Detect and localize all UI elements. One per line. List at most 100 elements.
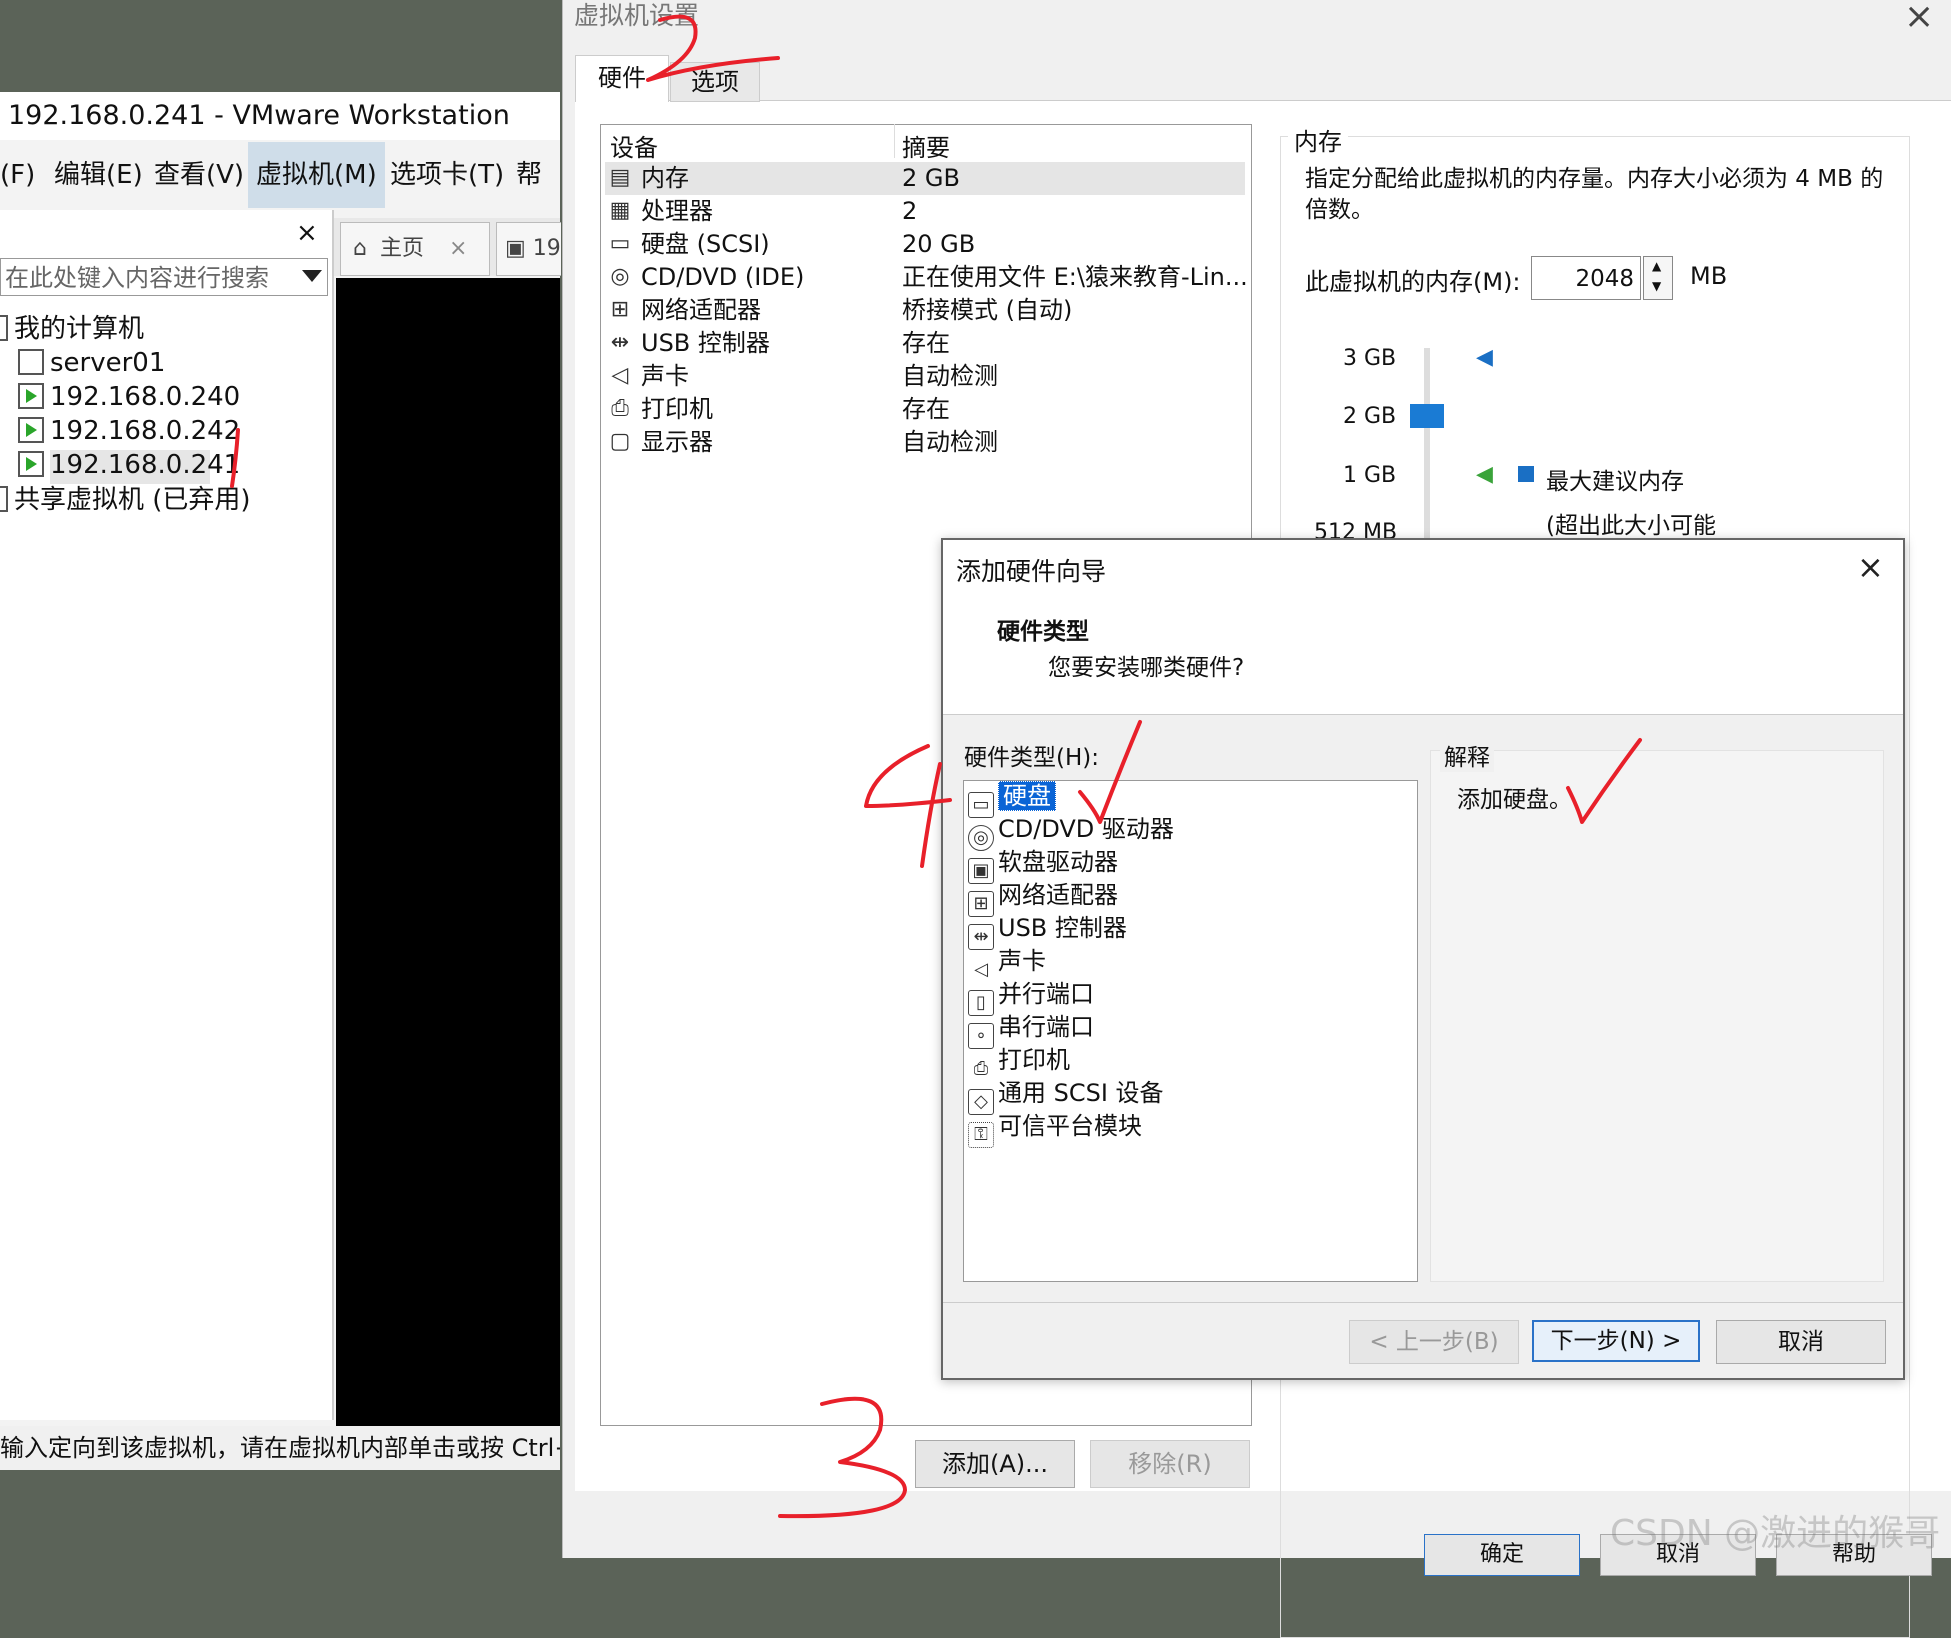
chevron-down-icon[interactable] xyxy=(302,270,322,282)
home-icon: ⌂ xyxy=(353,236,367,261)
device-row-memory[interactable]: ▤ 内存 2 GB xyxy=(605,162,1245,195)
tree-shared-vms[interactable]: 共享虚拟机 (已弃用) xyxy=(0,485,251,515)
add-hardware-button[interactable]: 添加(A)... xyxy=(915,1440,1075,1488)
hw-item-tpm[interactable]: ⚿ 可信平台模块 xyxy=(968,1110,1142,1148)
hw-item-harddisk[interactable]: ▭ 硬盘 xyxy=(968,780,1056,818)
memory-slider-thumb[interactable] xyxy=(1410,404,1444,428)
menu-file[interactable]: (F) xyxy=(0,142,35,208)
sound-icon: ◁ xyxy=(611,363,629,388)
vm-running-icon xyxy=(18,383,44,409)
display-icon: ▢ xyxy=(609,429,631,454)
hw-item-scsi[interactable]: ◇ 通用 SCSI 设备 xyxy=(968,1077,1164,1115)
memory-tick-1gb: 1 GB xyxy=(1343,463,1397,488)
wizard-divider xyxy=(943,1302,1903,1303)
watermark: CSDN @激进的猴哥 xyxy=(1610,1513,1941,1554)
explain-text: 添加硬盘。 xyxy=(1457,787,1572,813)
wizard-prev-button[interactable]: < 上一步(B) xyxy=(1349,1320,1519,1364)
memory-field-label: 此虚拟机的内存(M): xyxy=(1305,268,1521,296)
device-row-harddisk[interactable]: ▭ 硬盘 (SCSI) 20 GB xyxy=(605,228,1245,261)
memory-group-legend: 内存 xyxy=(1288,122,1348,157)
memory-slider-track[interactable] xyxy=(1424,348,1430,548)
device-row-sound[interactable]: ◁ 声卡 自动检测 xyxy=(605,360,1245,393)
folder-icon xyxy=(0,486,8,512)
vmware-status-bar: 输入定向到该虚拟机，请在虚拟机内部单击或按 Ctrl+G xyxy=(0,1426,560,1470)
vmware-menubar: (F) 编辑(E) 查看(V) 虚拟机(M) 选项卡(T) 帮助 xyxy=(0,142,560,256)
folder-icon xyxy=(0,315,8,341)
printer-icon: ⎙ xyxy=(611,396,629,421)
memory-tick-3gb: 3 GB xyxy=(1343,346,1397,371)
device-row-network[interactable]: ⊞ 网络适配器 桥接模式 (自动) xyxy=(605,294,1245,327)
wizard-title: 添加硬件向导 xyxy=(956,557,1107,586)
tree-my-computer[interactable]: 我的计算机 xyxy=(0,314,144,344)
memory-note: (超出此大小可能 xyxy=(1546,513,1716,539)
network-icon: ⊞ xyxy=(610,297,630,322)
explain-label: 解释 xyxy=(1440,738,1494,772)
harddisk-icon: ▭ xyxy=(609,231,631,256)
tpm-icon: ⚿ xyxy=(968,1122,994,1148)
device-row-usb[interactable]: ⇹ USB 控制器 存在 xyxy=(605,327,1245,360)
ok-button[interactable]: 确定 xyxy=(1424,1534,1580,1576)
memory-spinner[interactable]: ▲ ▼ xyxy=(1643,256,1673,300)
hw-item-serial-port[interactable]: ∘ 串行端口 xyxy=(968,1011,1094,1049)
max-recommended-label: 最大建议内存 xyxy=(1546,469,1684,495)
device-row-printer[interactable]: ⎙ 打印机 存在 xyxy=(605,393,1245,426)
menu-help[interactable]: 帮助 xyxy=(516,142,560,256)
cdrom-icon: ◎ xyxy=(610,264,630,289)
recommended-marker-icon: ◀ xyxy=(1476,462,1493,487)
explain-group xyxy=(1430,750,1884,1282)
device-row-processor[interactable]: ▦ 处理器 2 xyxy=(605,195,1245,228)
settings-close-icon[interactable]: × xyxy=(1904,0,1934,37)
device-row-cdrom[interactable]: ◎ CD/DVD (IDE) 正在使用文件 E:\猿来教育-Lin... xyxy=(605,261,1247,294)
vm-icon xyxy=(18,349,44,375)
settings-title: 虚拟机设置 xyxy=(574,1,700,30)
hardware-type-label: 硬件类型(H): xyxy=(964,745,1099,771)
hw-item-cdrom[interactable]: ◎ CD/DVD 驱动器 xyxy=(968,813,1174,851)
vm-console-screen[interactable] xyxy=(336,278,560,1426)
hw-item-usb[interactable]: ⇹ USB 控制器 xyxy=(968,912,1127,950)
menu-vm[interactable]: 虚拟机(M) xyxy=(248,142,385,208)
hw-item-printer[interactable]: ⎙ 打印机 xyxy=(968,1044,1070,1083)
wizard-subheading: 您要安装哪类硬件? xyxy=(1048,655,1245,681)
vm-running-icon xyxy=(18,417,44,443)
tab-options[interactable]: 选项 xyxy=(670,62,760,102)
tree-vm-240[interactable]: 192.168.0.240 xyxy=(18,382,240,412)
hw-item-floppy[interactable]: ▣ 软盘驱动器 xyxy=(968,846,1118,884)
spin-down-icon[interactable]: ▼ xyxy=(1652,279,1661,293)
menu-tabs[interactable]: 选项卡(T) xyxy=(390,142,504,208)
vm-running-icon xyxy=(18,451,44,477)
wizard-close-icon[interactable]: × xyxy=(1857,548,1884,586)
memory-icon: ▤ xyxy=(609,165,631,190)
usb-icon: ⇹ xyxy=(610,330,630,355)
menu-view[interactable]: 查看(V) xyxy=(154,142,244,208)
remove-hardware-button[interactable]: 移除(R) xyxy=(1090,1440,1250,1488)
tree-vm-242[interactable]: 192.168.0.242 xyxy=(18,416,240,446)
tab-vm[interactable]: ▣ 19 xyxy=(496,222,561,276)
device-row-display[interactable]: ▢ 显示器 自动检测 xyxy=(605,426,1245,459)
column-divider[interactable] xyxy=(894,124,895,158)
library-close-icon[interactable]: × xyxy=(296,218,318,248)
spin-up-icon[interactable]: ▲ xyxy=(1652,259,1661,273)
max-recommended-legend-icon xyxy=(1518,466,1534,482)
tab-home[interactable]: ⌂ 主页 × xyxy=(340,222,490,276)
menu-edit[interactable]: 编辑(E) xyxy=(54,142,143,208)
close-icon[interactable]: × xyxy=(449,236,467,261)
vmware-title: 192.168.0.241 - VMware Workstation xyxy=(0,92,560,140)
memory-unit: MB xyxy=(1690,262,1728,290)
memory-input[interactable]: 2048 xyxy=(1531,256,1641,300)
column-header-summary[interactable]: 摘要 xyxy=(902,128,950,163)
wizard-heading: 硬件类型 xyxy=(997,619,1089,645)
hw-item-parallel-port[interactable]: ▯ 并行端口 xyxy=(968,978,1094,1016)
tree-vm-241[interactable]: 192.168.0.241 xyxy=(18,450,240,480)
column-header-device[interactable]: 设备 xyxy=(610,128,658,163)
hw-item-network[interactable]: ⊞ 网络适配器 xyxy=(968,879,1118,917)
hw-item-sound[interactable]: ◁ 声卡 xyxy=(968,945,1046,984)
memory-description: 指定分配给此虚拟机的内存量。内存大小必须为 4 MB 的倍数。 xyxy=(1305,166,1884,223)
wizard-next-button[interactable]: 下一步(N) > xyxy=(1532,1320,1700,1362)
memory-tick-2gb: 2 GB xyxy=(1343,404,1397,429)
wizard-cancel-button[interactable]: 取消 xyxy=(1716,1320,1886,1364)
processor-icon: ▦ xyxy=(609,198,631,223)
max-memory-marker-icon: ◀ xyxy=(1476,345,1493,370)
library-search-input[interactable]: 在此处键入内容进行搜索 xyxy=(0,258,328,296)
tree-vm-server01[interactable]: server01 xyxy=(18,348,165,378)
tab-hardware[interactable]: 硬件 xyxy=(575,55,669,102)
